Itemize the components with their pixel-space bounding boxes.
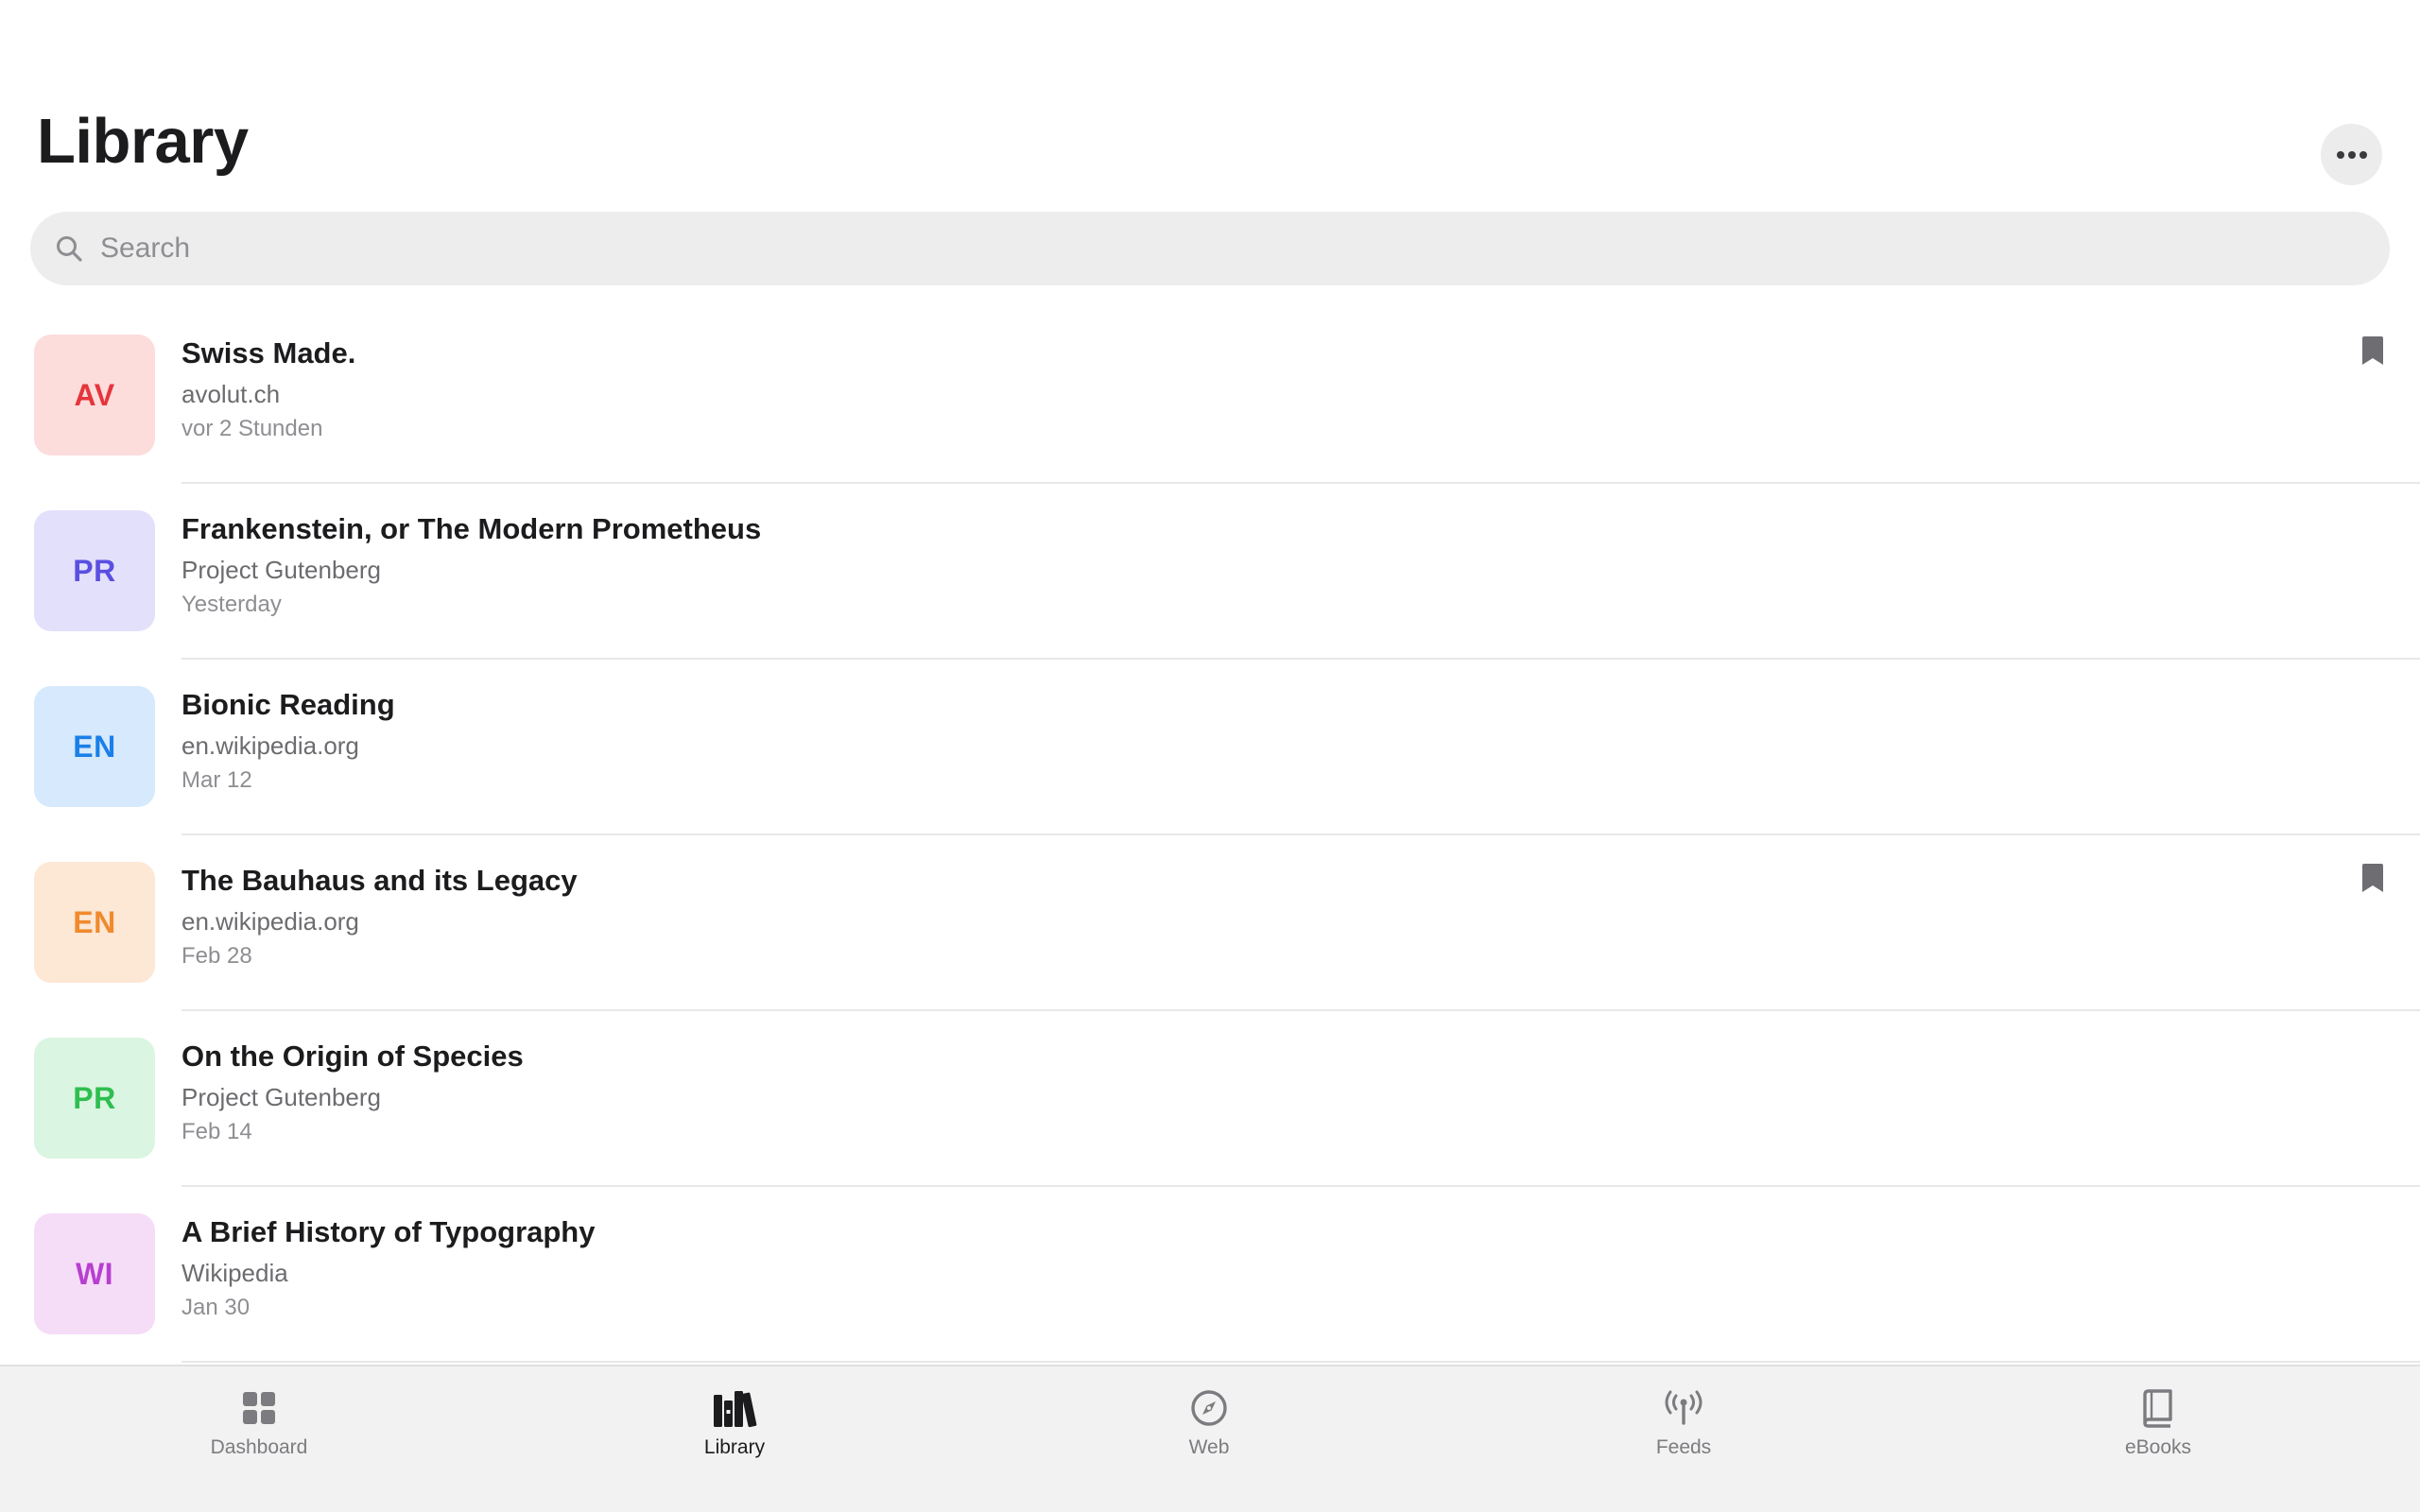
- tab-library[interactable]: Library: [640, 1385, 829, 1480]
- item-text: The Bauhaus and its Legacy en.wikipedia.o…: [182, 862, 578, 971]
- tab-label: Feeds: [1655, 1436, 1712, 1458]
- item-title: A Brief History of Typography: [182, 1215, 596, 1248]
- search-input[interactable]: [98, 219, 2352, 278]
- item-text: On the Origin of Species Project Gutenber…: [182, 1038, 524, 1147]
- list-item[interactable]: PR Frankenstein, or The Modern Prometheus…: [0, 484, 2420, 660]
- item-title: Swiss Made.: [182, 336, 356, 369]
- books-icon: [710, 1385, 759, 1431]
- item-title: Frankenstein, or The Modern Prometheus: [182, 512, 762, 545]
- tab-label: eBooks: [2124, 1436, 2192, 1458]
- item-text: Swiss Made. avolut.ch vor 2 Stunden: [182, 335, 355, 444]
- item-text: A Brief History of Typography Wikipedia Ja…: [182, 1213, 595, 1323]
- item-title: Bionic Reading: [182, 688, 395, 721]
- bookmark-icon[interactable]: [2360, 862, 2386, 894]
- page-title: Library: [37, 106, 249, 177]
- tab-ebooks[interactable]: eBooks: [2064, 1385, 2253, 1480]
- item-date: vor 2 Stunden: [182, 416, 323, 441]
- compass-icon: [1184, 1385, 1234, 1431]
- list-item[interactable]: EN Bionic Reading en.wikipedia.org Mar 12: [0, 660, 2420, 835]
- book-icon: [2134, 1385, 2183, 1431]
- item-thumbnail: WI: [34, 1213, 155, 1334]
- ellipsis-icon: [2336, 150, 2367, 159]
- header: Library: [0, 0, 2420, 293]
- item-thumbnail: PR: [34, 510, 155, 631]
- item-source: avolut.ch: [182, 380, 281, 408]
- tab-bar: Dashboard Library Web Feeds eBooks: [0, 1365, 2420, 1512]
- more-options-button[interactable]: [2321, 124, 2382, 185]
- bookmark-icon[interactable]: [2360, 335, 2386, 367]
- tab-label: Web: [1188, 1436, 1230, 1458]
- item-source: en.wikipedia.org: [182, 731, 359, 760]
- tab-label: Dashboard: [210, 1436, 308, 1458]
- tab-dashboard[interactable]: Dashboard: [164, 1385, 354, 1480]
- item-date: Feb 14: [182, 1119, 252, 1144]
- item-thumbnail: EN: [34, 686, 155, 807]
- item-source: Project Gutenberg: [182, 556, 382, 584]
- tab-feeds[interactable]: Feeds: [1589, 1385, 1778, 1480]
- item-date: Jan 30: [182, 1295, 251, 1320]
- item-thumbnail: AV: [34, 335, 155, 455]
- search-icon: [53, 232, 85, 265]
- item-text: Bionic Reading en.wikipedia.org Mar 12: [182, 686, 395, 796]
- tab-web[interactable]: Web: [1115, 1385, 1304, 1480]
- item-source: en.wikipedia.org: [182, 907, 359, 936]
- library-screen: Library AV Swiss Made. avolut.ch vor 2 Stun…: [0, 0, 2420, 1512]
- list-item[interactable]: WI A Brief History of Typography Wikipedia…: [0, 1187, 2420, 1363]
- search-bar[interactable]: [30, 212, 2390, 285]
- grid-icon: [234, 1385, 284, 1431]
- antenna-icon: [1659, 1385, 1708, 1431]
- tab-label: Library: [703, 1436, 766, 1458]
- list-item[interactable]: EN The Bauhaus and its Legacy en.wikipedia…: [0, 835, 2420, 1011]
- item-date: Mar 12: [182, 767, 252, 793]
- item-date: Yesterday: [182, 592, 282, 617]
- list-item[interactable]: PR On the Origin of Species Project Gutenb…: [0, 1011, 2420, 1187]
- item-thumbnail: EN: [34, 862, 155, 983]
- list-item[interactable]: AV Swiss Made. avolut.ch vor 2 Stunden: [0, 308, 2420, 484]
- library-list: AV Swiss Made. avolut.ch vor 2 Stunden PR Fra…: [0, 308, 2420, 1365]
- item-source: Project Gutenberg: [182, 1083, 382, 1111]
- item-date: Feb 28: [182, 943, 252, 969]
- item-thumbnail: PR: [34, 1038, 155, 1159]
- item-text: Frankenstein, or The Modern Prometheus Pr…: [182, 510, 761, 620]
- item-title: On the Origin of Species: [182, 1040, 524, 1073]
- item-source: Wikipedia: [182, 1259, 288, 1287]
- item-title: The Bauhaus and its Legacy: [182, 864, 578, 897]
- row-divider: [182, 1361, 2420, 1363]
